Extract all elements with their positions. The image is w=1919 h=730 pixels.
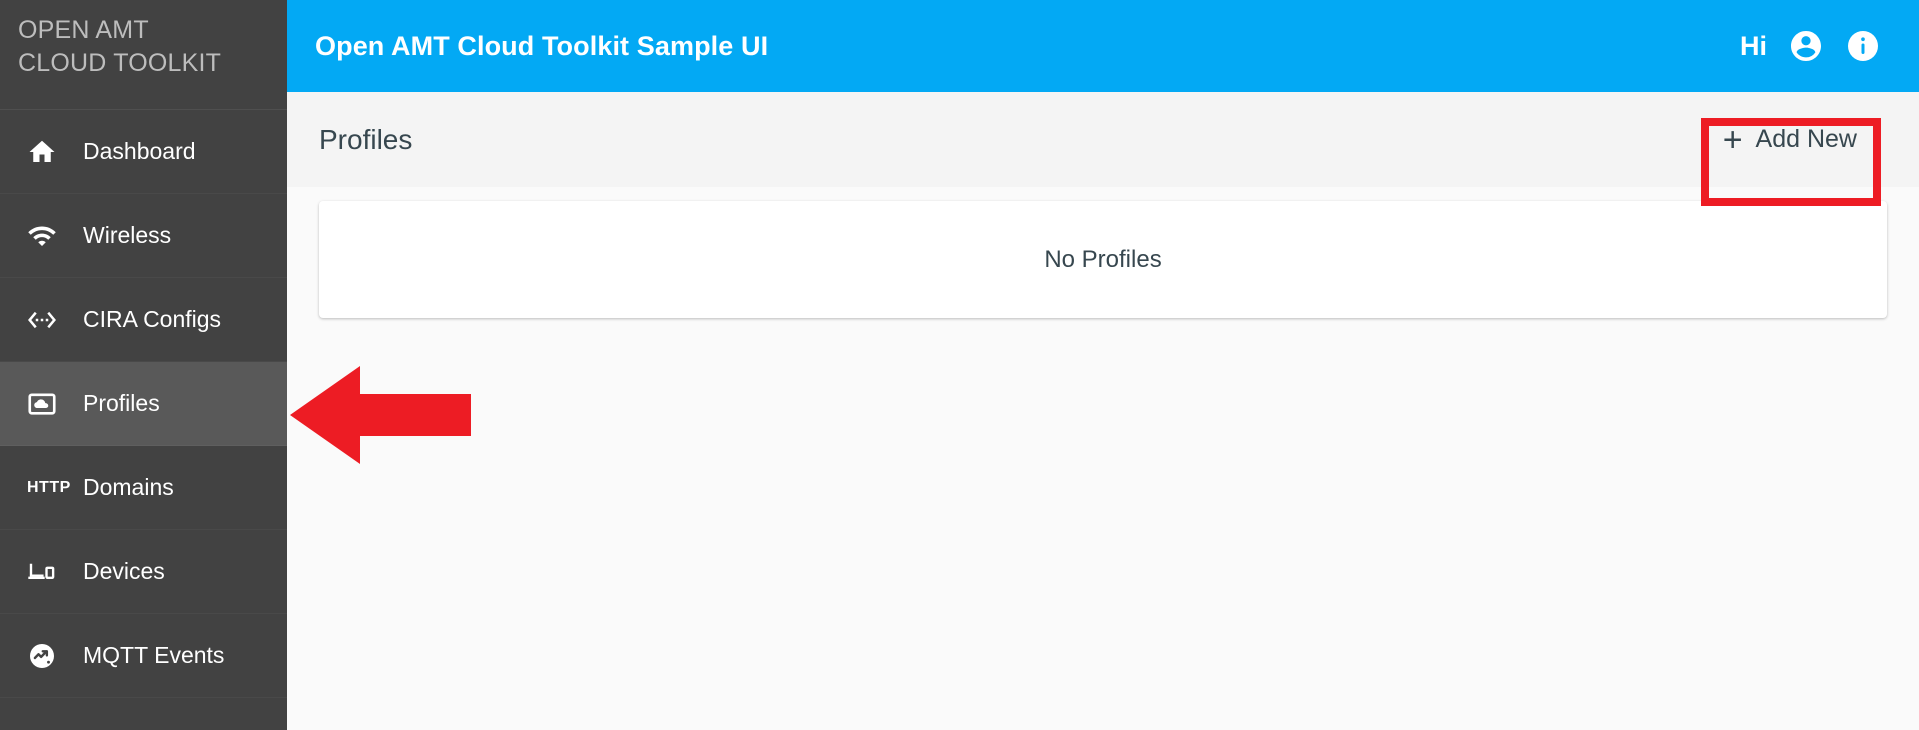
sidebar-item-label: Profiles (83, 390, 160, 416)
sidebar-item-cira-configs[interactable]: CIRA Configs (0, 278, 287, 362)
add-new-button[interactable]: + Add New (1701, 113, 1879, 166)
sidebar-item-dashboard[interactable]: Dashboard (0, 110, 287, 194)
wifi-icon (27, 221, 73, 251)
brand-line-1: OPEN AMT (18, 16, 149, 44)
greeting-text: Hi (1740, 30, 1767, 61)
page-title: Profiles (319, 123, 413, 155)
sidebar-item-mqtt-events[interactable]: MQTT Events (0, 614, 287, 698)
sidebar-item-label: Dashboard (83, 138, 196, 164)
insights-circle-icon (27, 641, 73, 671)
add-new-label: Add New (1755, 125, 1857, 153)
page-header: Profiles + Add New (287, 92, 1919, 187)
settings-ethernet-icon (27, 305, 73, 335)
profiles-empty-card: No Profiles (319, 201, 1887, 318)
page-content: No Profiles (287, 187, 1919, 730)
sidebar-item-label: Domains (83, 474, 174, 500)
sidebar-item-label: CIRA Configs (83, 306, 222, 332)
info-circle-icon[interactable] (1843, 26, 1883, 66)
sidebar-item-profiles[interactable]: Profiles (0, 362, 287, 446)
sidebar-item-label: Wireless (83, 222, 172, 248)
sidebar-item-wireless[interactable]: Wireless (0, 194, 287, 278)
application-window: OPEN AMT CLOUD TOOLKIT Dashboard Wireles… (0, 0, 1919, 730)
http-icon: HTTP (27, 478, 71, 496)
devices-icon (27, 557, 73, 587)
sidebar-item-domains[interactable]: HTTP Domains (0, 446, 287, 530)
brand-line-2: CLOUD TOOLKIT (18, 49, 222, 77)
cloud-frame-icon (27, 389, 73, 419)
brand-logo[interactable]: OPEN AMT CLOUD TOOLKIT (0, 0, 287, 110)
empty-state-message: No Profiles (1044, 245, 1162, 273)
sidebar-nav: Dashboard Wireless CIRA Configs Profiles… (0, 110, 287, 698)
page-header-actions: + Add New (1701, 113, 1879, 166)
top-app-bar: Open AMT Cloud Toolkit Sample UI Hi (287, 0, 1919, 92)
sidebar-item-label: MQTT Events (83, 642, 225, 668)
sidebar-item-devices[interactable]: Devices (0, 530, 287, 614)
topbar-actions: Hi (1740, 26, 1883, 66)
sidebar-item-label: Devices (83, 558, 165, 584)
main-area: Open AMT Cloud Toolkit Sample UI Hi Prof… (287, 0, 1919, 730)
sidebar: OPEN AMT CLOUD TOOLKIT Dashboard Wireles… (0, 0, 287, 730)
home-icon (27, 137, 73, 167)
account-circle-icon[interactable] (1786, 26, 1826, 66)
plus-icon: + (1722, 120, 1743, 159)
app-title: Open AMT Cloud Toolkit Sample UI (315, 30, 769, 61)
